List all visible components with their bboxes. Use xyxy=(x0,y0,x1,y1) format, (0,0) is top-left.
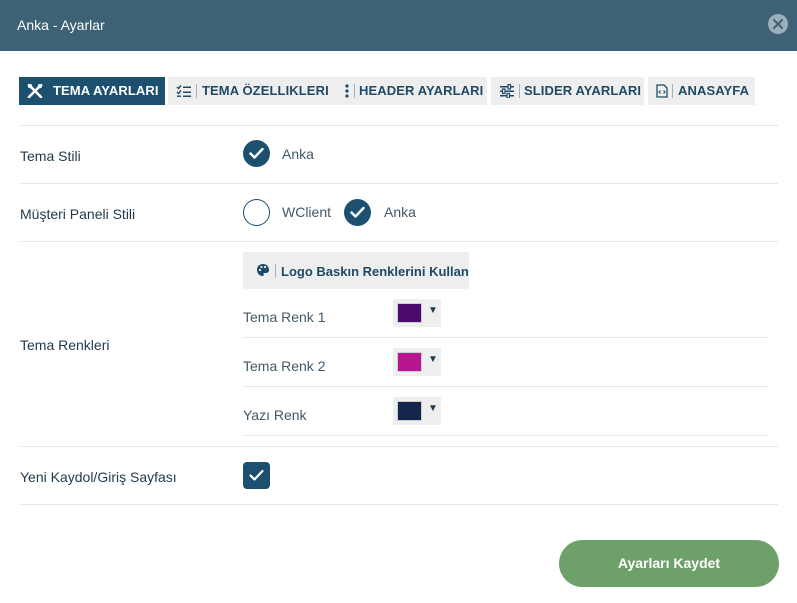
logo-colors-button[interactable]: Logo Baskın Renklerini Kullan xyxy=(243,252,469,289)
tab-label: ANASAYFA xyxy=(678,83,750,98)
dropdown-arrow-icon: ▼ xyxy=(428,403,438,414)
tema-renk-1-label: Tema Renk 1 xyxy=(243,309,326,325)
divider xyxy=(20,183,778,184)
tab-header-ayarlari[interactable]: HEADER AYARLARI xyxy=(336,77,487,105)
musteri-paneli-wclient-radio[interactable] xyxy=(243,199,270,226)
tab-label: TEMA ÖZELLIKLERI xyxy=(202,83,329,98)
musteri-paneli-anka-radio[interactable] xyxy=(344,199,371,226)
tab-label: TEMA AYARLARI xyxy=(53,83,159,98)
dots-vertical-icon xyxy=(344,84,360,98)
divider xyxy=(20,446,778,447)
divider xyxy=(243,337,768,338)
musteri-paneli-wclient-label: WClient xyxy=(282,204,332,220)
tab-separator xyxy=(672,84,673,98)
yeni-kaydol-label: Yeni Kaydol/Giriş Sayfası xyxy=(20,469,177,485)
musteri-paneli-label: Müşteri Paneli Stili xyxy=(20,206,136,222)
color-swatch xyxy=(397,401,422,421)
divider xyxy=(243,386,768,387)
yazi-renk-picker[interactable]: ▼ xyxy=(393,397,441,425)
tab-tema-ayarlari[interactable]: TEMA AYARLARI xyxy=(19,77,165,105)
close-icon[interactable] xyxy=(768,14,788,34)
tema-renk-2-picker[interactable]: ▼ xyxy=(393,348,441,376)
divider xyxy=(20,504,778,505)
yazi-renk-label: Yazı Renk xyxy=(243,407,307,423)
tools-icon xyxy=(27,83,43,99)
tema-renk-1-picker[interactable]: ▼ xyxy=(393,299,441,327)
dropdown-arrow-icon: ▼ xyxy=(428,305,438,316)
musteri-paneli-anka-label: Anka xyxy=(384,204,416,220)
tab-tema-ozellikleri[interactable]: TEMA ÖZELLIKLERI xyxy=(168,77,351,105)
yeni-kaydol-checkbox[interactable] xyxy=(243,462,270,489)
divider xyxy=(243,435,768,436)
sliders-icon xyxy=(499,83,515,99)
palette-icon xyxy=(256,263,270,282)
tab-separator xyxy=(519,84,520,98)
divider xyxy=(20,241,778,242)
button-separator xyxy=(275,264,276,278)
color-swatch xyxy=(397,303,422,323)
tab-separator xyxy=(354,84,355,98)
window-title: Anka - Ayarlar xyxy=(17,17,105,33)
color-swatch xyxy=(397,352,422,372)
tab-anasayfa[interactable]: ANASAYFA xyxy=(648,77,755,105)
list-check-icon xyxy=(176,84,192,98)
tab-slider-ayarlari[interactable]: SLIDER AYARLARI xyxy=(491,77,644,105)
tab-label: HEADER AYARLARI xyxy=(359,83,484,98)
tab-label: SLIDER AYARLARI xyxy=(524,83,642,98)
tema-stili-label: Tema Stili xyxy=(20,148,81,164)
tab-separator xyxy=(196,84,197,98)
tema-renkleri-label: Tema Renkleri xyxy=(20,337,110,353)
divider xyxy=(20,125,778,126)
tema-stili-anka-label: Anka xyxy=(282,146,314,162)
window-titlebar: Anka - Ayarlar xyxy=(0,0,797,51)
tema-renk-2-label: Tema Renk 2 xyxy=(243,358,326,374)
save-settings-button[interactable]: Ayarları Kaydet xyxy=(559,540,779,587)
dropdown-arrow-icon: ▼ xyxy=(428,354,438,365)
file-code-icon xyxy=(656,84,672,98)
logo-colors-button-label: Logo Baskın Renklerini Kullan xyxy=(281,264,469,279)
tema-stili-anka-radio[interactable] xyxy=(243,140,270,167)
